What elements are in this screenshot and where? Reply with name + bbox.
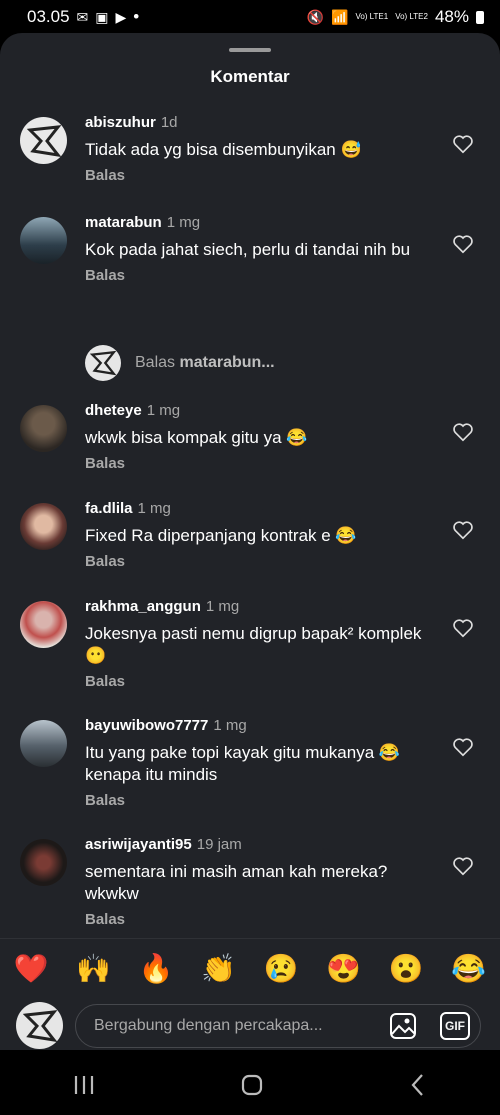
comment-username[interactable]: fa.dlila	[85, 500, 133, 517]
comment-text: Fixed Ra diperpanjang kontrak e 😂	[85, 526, 357, 545]
avatar[interactable]	[20, 839, 67, 886]
reaction-heart-eyes[interactable]: 😍	[326, 952, 361, 985]
avatar[interactable]	[20, 601, 67, 648]
reaction-crying[interactable]: 😢	[264, 952, 299, 985]
avatar	[16, 1002, 63, 1049]
comment-text: sementara ini masih aman kah mereka? wkw…	[85, 862, 388, 903]
comments-sheet: Komentar abiszuhur 1d Tidak ada yg bisa d…	[0, 33, 500, 1050]
gif-label: GIF	[440, 1011, 470, 1040]
avatar[interactable]	[20, 503, 67, 550]
comment-input[interactable]	[92, 1015, 366, 1036]
comment-item: dheteye 1 mg wkwk bisa kompak gitu ya 😂 B…	[0, 401, 500, 499]
avatar[interactable]	[20, 117, 67, 164]
comment-time: 1 mg	[137, 500, 171, 517]
recents-icon[interactable]	[72, 1074, 96, 1096]
view-reply-user: matarabun...	[179, 354, 275, 371]
comment-text: Itu yang pake topi kayak gitu mukanya 😂 …	[85, 743, 401, 784]
comment-username[interactable]: rakhma_anggun	[85, 598, 201, 615]
sheet-title: Komentar	[210, 67, 290, 86]
comment-item: abiszuhur 1d Tidak ada yg bisa disembunyi…	[0, 113, 500, 213]
comment-item: bayuwibowo7777 1 mg Itu yang pake topi ka…	[0, 716, 500, 835]
status-bar: 03.05 ✉ ▣ ▶ • 🔇 📶 Vo) LTE1 Vo) LTE2 48%	[0, 0, 500, 34]
comment-composer: GIF	[0, 998, 500, 1050]
comment-item: asriwijayanti95 19 jam sementara ini masi…	[0, 835, 500, 935]
comment-username[interactable]: asriwijayanti95	[85, 836, 192, 853]
heart-icon[interactable]	[452, 133, 474, 155]
reaction-laughing[interactable]: 😂	[451, 952, 486, 985]
comment-item: matarabun 1 mg Kok pada jahat siech, perl…	[0, 213, 500, 331]
comment-input-wrapper: GIF	[75, 1003, 481, 1048]
avatar[interactable]	[20, 405, 67, 452]
comment-username[interactable]: abiszuhur	[85, 114, 156, 131]
comment-time: 1 mg	[146, 402, 181, 419]
comment-list[interactable]: abiszuhur 1d Tidak ada yg bisa disembunyi…	[0, 113, 500, 935]
reply-button[interactable]: Balas	[85, 673, 435, 690]
heart-icon[interactable]	[452, 617, 474, 639]
image-icon[interactable]	[388, 1011, 418, 1041]
system-nav-bar	[0, 1055, 500, 1115]
reply-button[interactable]: Balas	[85, 267, 435, 284]
quick-reactions-bar: ❤️ 🙌 🔥 👏 😢 😍 😮 😂	[0, 938, 500, 997]
comment-text: Jokesnya pasti nemu digrup bapak² komple…	[85, 624, 422, 665]
wifi-icon: 📶	[331, 8, 349, 25]
comment-username[interactable]: matarabun	[85, 214, 162, 231]
comment-time: 1 mg	[166, 214, 201, 231]
battery-icon	[476, 10, 484, 24]
reaction-heart[interactable]: ❤️	[14, 952, 49, 985]
comment-time: 1 mg	[213, 717, 247, 734]
comment-time: 1d	[160, 114, 178, 131]
drag-handle[interactable]	[229, 48, 271, 52]
comment-item: rakhma_anggun 1 mg Jokesnya pasti nemu di…	[0, 597, 500, 716]
status-time: 03.05	[27, 7, 70, 26]
comment-time: 19 jam	[196, 836, 242, 853]
avatar	[85, 345, 121, 381]
reaction-fire[interactable]: 🔥	[139, 952, 174, 985]
comment-time: 1 mg	[205, 598, 240, 615]
comment-item: fa.dlila 1 mg Fixed Ra diperpanjang kontr…	[0, 499, 500, 597]
heart-icon[interactable]	[452, 421, 474, 443]
avatar[interactable]	[20, 720, 67, 767]
lte1-label: Vo) LTE1	[355, 12, 389, 21]
comment-text: wkwk bisa kompak gitu ya 😂	[85, 428, 308, 447]
comment-username[interactable]: dheteye	[85, 402, 142, 419]
heart-icon[interactable]	[452, 233, 474, 255]
reaction-raised-hands[interactable]: 🙌	[76, 952, 111, 985]
home-icon[interactable]	[240, 1073, 264, 1097]
reply-button[interactable]: Balas	[85, 553, 435, 570]
view-replies[interactable]: Balas matarabun...	[0, 345, 500, 381]
back-icon[interactable]	[408, 1073, 428, 1097]
reaction-clap[interactable]: 👏	[201, 952, 236, 985]
reply-button[interactable]: Balas	[85, 792, 435, 809]
gmail-icon: ✉	[76, 8, 89, 25]
reply-button[interactable]: Balas	[85, 911, 435, 928]
avatar[interactable]	[20, 217, 67, 264]
heart-icon[interactable]	[452, 736, 474, 758]
mute-icon: 🔇	[306, 8, 324, 25]
battery-percent: 48%	[434, 7, 469, 26]
comment-text: Tidak ada yg bisa disembunyikan 😅	[85, 140, 362, 159]
youtube-icon: ▶	[115, 8, 127, 25]
comment-username[interactable]: bayuwibowo7777	[85, 717, 208, 734]
comment-text: Kok pada jahat siech, perlu di tandai ni…	[85, 240, 411, 259]
reply-button[interactable]: Balas	[85, 455, 435, 472]
heart-icon[interactable]	[452, 519, 474, 541]
reply-button[interactable]: Balas	[85, 167, 435, 184]
heart-icon[interactable]	[452, 855, 474, 877]
lte2-label: Vo) LTE2	[395, 12, 428, 21]
reaction-surprised[interactable]: 😮	[389, 952, 424, 985]
more-notifications-icon: •	[133, 7, 140, 26]
gif-button[interactable]: GIF	[440, 1011, 470, 1041]
gallery-icon: ▣	[95, 8, 109, 25]
view-reply-prefix: Balas	[135, 354, 176, 371]
